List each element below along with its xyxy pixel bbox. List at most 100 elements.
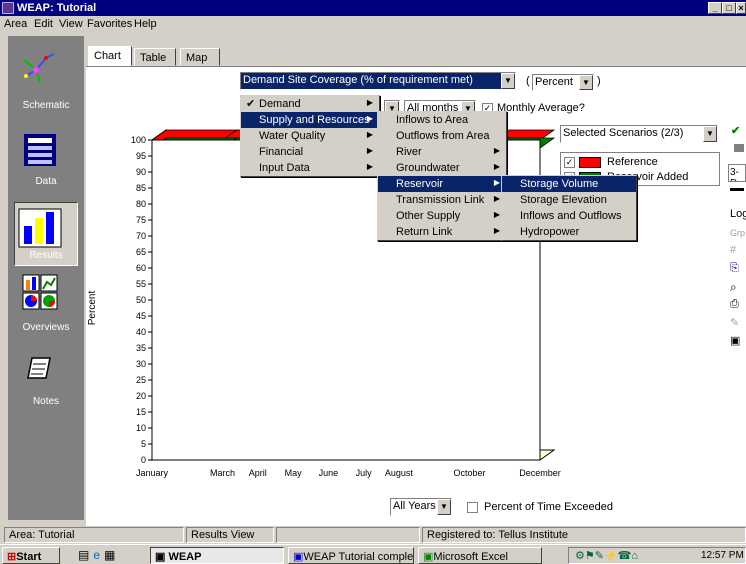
zoom-icon[interactable]: ⌕ bbox=[730, 280, 737, 295]
taskbar: ⊞Start ▤e▦ ▣ WEAP ▣WEAP Tutorial comple.… bbox=[0, 544, 746, 564]
folder-icon[interactable]: ▦ bbox=[104, 548, 119, 562]
log-scale-toggle[interactable]: Log bbox=[730, 208, 746, 220]
menu-supply-item-return-link[interactable]: Return Link ▶ bbox=[378, 224, 506, 240]
schematic-icon[interactable] bbox=[22, 50, 58, 86]
menu-main-item-supply-and-resources[interactable]: Supply and Resources ▶ bbox=[241, 112, 379, 128]
x-tick-label-april: April bbox=[249, 468, 267, 478]
menu-reservoir-item-hydropower[interactable]: Hydropower bbox=[502, 224, 636, 240]
tab-map[interactable]: Map bbox=[180, 48, 220, 66]
status-registered: Registered to: Tellus Institute bbox=[422, 527, 746, 543]
report-dropdown-arrow-icon[interactable]: ▼ bbox=[501, 73, 515, 89]
menu-supply-item-river[interactable]: River ▶ bbox=[378, 144, 506, 160]
unit-dropdown-arrow-icon[interactable]: ▼ bbox=[579, 75, 593, 90]
menu-view[interactable]: View bbox=[59, 18, 83, 30]
submenu-arrow-icon: ▶ bbox=[493, 178, 500, 187]
menu-supply-item-other-supply[interactable]: Other Supply ▶ bbox=[378, 208, 506, 224]
notes-icon[interactable] bbox=[26, 354, 54, 382]
status-area: Area: Tutorial bbox=[4, 527, 184, 543]
window-title: WEAP: Tutorial bbox=[17, 2, 97, 14]
y-tick-label-85: 85 bbox=[136, 183, 146, 193]
group-toggle[interactable]: Grp bbox=[730, 228, 746, 238]
menu-supply-item-reservoir[interactable]: Reservoir ▶ bbox=[378, 176, 506, 192]
menu-item-label: Water Quality bbox=[259, 130, 326, 142]
taskbar-word[interactable]: ▣WEAP Tutorial comple... bbox=[288, 547, 414, 564]
years-select[interactable]: All Years ▼ bbox=[390, 498, 452, 516]
menu-supply-item-transmission-link[interactable]: Transmission Link ▶ bbox=[378, 192, 506, 208]
print-icon[interactable]: ⎙ bbox=[730, 298, 739, 311]
menu-supply-item-groundwater[interactable]: Groundwater ▶ bbox=[378, 160, 506, 176]
x-tick-label-december: December bbox=[519, 468, 561, 478]
x-tick-label-october: October bbox=[453, 468, 485, 478]
title-bar: WEAP: Tutorial _ □ × bbox=[0, 0, 746, 16]
menu-item-label: Return Link bbox=[396, 226, 453, 238]
menu-main-item-financial[interactable]: Financial ▶ bbox=[241, 144, 379, 160]
report-select-value: Demand Site Coverage (% of requirement m… bbox=[243, 74, 473, 86]
menu-item-label: Demand bbox=[259, 98, 301, 110]
years-dropdown-arrow-icon[interactable]: ▼ bbox=[437, 499, 451, 515]
camera-icon[interactable]: ▣ bbox=[730, 334, 740, 347]
minimize-button[interactable]: _ bbox=[708, 2, 722, 14]
submenu-arrow-icon: ▶ bbox=[493, 162, 500, 171]
gridlines-icon[interactable]: # bbox=[730, 244, 736, 256]
menu-reservoir-item-inflows-and-outflows[interactable]: Inflows and Outflows bbox=[502, 208, 636, 224]
menu-supply-item-inflows-to-area[interactable]: Inflows to Area bbox=[378, 112, 506, 128]
menu-item-label: Outflows from Area bbox=[396, 130, 490, 142]
menu-main-item-demand[interactable]: ✔ Demand ▶ bbox=[241, 96, 379, 112]
menu-item-label: Hydropower bbox=[520, 226, 580, 238]
unit-select[interactable]: Percent ▼ bbox=[532, 74, 594, 91]
sidebar-label-schematic[interactable]: Schematic bbox=[8, 100, 84, 111]
sidebar-label-overviews[interactable]: Overviews bbox=[8, 322, 84, 333]
submenu-arrow-icon: ▶ bbox=[366, 162, 373, 171]
three-d-toggle[interactable]: 3-D bbox=[728, 164, 746, 182]
y-tick-label-20: 20 bbox=[136, 391, 146, 401]
desktop-icon[interactable]: ▤ bbox=[78, 548, 93, 562]
tray-icons[interactable]: ⚙⚑✎⚡☎⌂ bbox=[575, 549, 638, 562]
percent-time-checkbox[interactable] bbox=[467, 502, 478, 513]
menu-main-item-water-quality[interactable]: Water Quality ▶ bbox=[241, 128, 379, 144]
copy-icon[interactable]: ⎘ bbox=[730, 262, 739, 275]
menu-reservoir-item-storage-elevation[interactable]: Storage Elevation bbox=[502, 192, 636, 208]
menu-reservoir-item-storage-volume[interactable]: Storage Volume bbox=[502, 176, 636, 192]
reservoir-submenu: Storage Volume Storage Elevation Inflows a… bbox=[501, 175, 637, 241]
y-tick-label-50: 50 bbox=[136, 295, 146, 305]
report-select[interactable]: Demand Site Coverage (% of requirement m… bbox=[240, 72, 516, 90]
results-icon[interactable] bbox=[18, 208, 62, 248]
color-icon[interactable] bbox=[734, 144, 744, 152]
taskbar-word-label: WEAP Tutorial comple... bbox=[303, 551, 414, 563]
scenario-dropdown-arrow-icon[interactable]: ▼ bbox=[703, 126, 717, 142]
y-tick-label-90: 90 bbox=[136, 167, 146, 177]
sidebar-label-data[interactable]: Data bbox=[8, 176, 84, 187]
tab-table[interactable]: Table bbox=[134, 48, 176, 66]
tab-chart[interactable]: Chart bbox=[88, 46, 132, 66]
ie-icon[interactable]: e bbox=[93, 548, 104, 562]
overviews-icon[interactable] bbox=[22, 274, 58, 310]
menu-favorites[interactable]: Favorites bbox=[87, 18, 132, 30]
close-button[interactable]: × bbox=[736, 2, 746, 14]
y-tick-label-75: 75 bbox=[136, 215, 146, 225]
y-axis-label: Percent bbox=[87, 291, 98, 326]
menu-supply-item-outflows-from-area[interactable]: Outflows from Area bbox=[378, 128, 506, 144]
taskbar-excel[interactable]: ▣Microsoft Excel bbox=[418, 547, 542, 564]
submenu-arrow-icon: ▶ bbox=[493, 226, 500, 235]
windows-logo-icon: ⊞ bbox=[7, 551, 17, 563]
menu-item-label: Financial bbox=[259, 146, 304, 158]
menu-edit[interactable]: Edit bbox=[34, 18, 53, 30]
y-tick-label-60: 60 bbox=[136, 263, 146, 273]
scenario-select[interactable]: Selected Scenarios (2/3) ▼ bbox=[560, 125, 718, 143]
menu-main-item-input-data[interactable]: Input Data ▶ bbox=[241, 160, 379, 176]
checkmark-icon: ✔ bbox=[246, 98, 256, 110]
maximize-button[interactable]: □ bbox=[722, 2, 736, 14]
weap-app-icon bbox=[2, 2, 14, 14]
menu-area[interactable]: Area bbox=[4, 18, 27, 30]
notes-tool-icon[interactable]: ✎ bbox=[730, 316, 739, 329]
taskbar-weap[interactable]: ▣ WEAP bbox=[150, 547, 284, 564]
sidebar-label-notes[interactable]: Notes bbox=[8, 396, 84, 407]
start-button[interactable]: ⊞Start bbox=[2, 547, 60, 564]
data-icon[interactable] bbox=[22, 132, 58, 168]
line-style-icon[interactable] bbox=[730, 188, 744, 191]
chart-type-icon[interactable]: ✔ bbox=[731, 124, 740, 137]
menu-help[interactable]: Help bbox=[134, 18, 157, 30]
y-tick-label-70: 70 bbox=[136, 231, 146, 241]
sidebar-label-results[interactable]: Results bbox=[8, 250, 84, 261]
unit-select-value: Percent bbox=[535, 76, 573, 88]
